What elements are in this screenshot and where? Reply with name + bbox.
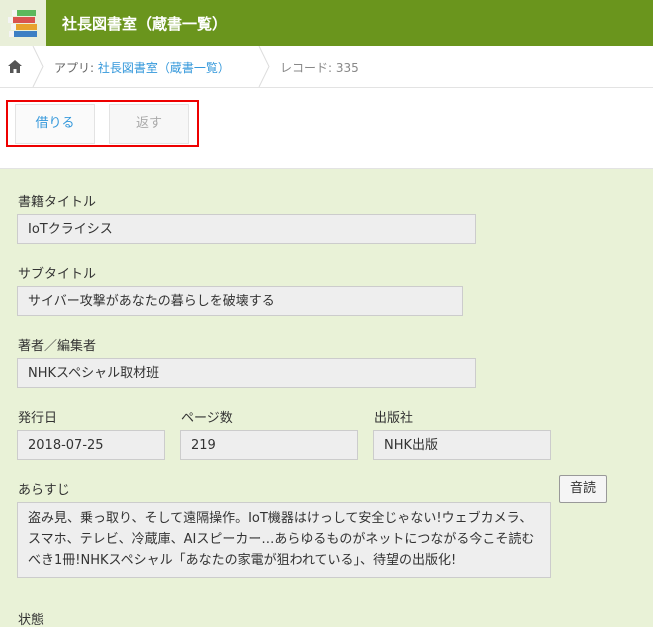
subtitle-field[interactable]: サイバー攻撃があなたの暮らしを破壊する	[17, 286, 463, 316]
borrow-button[interactable]: 借りる	[15, 104, 95, 144]
publisher-label: 出版社	[374, 411, 414, 426]
date-label: 発行日	[18, 411, 58, 426]
author-field[interactable]: NHKスペシャル取材班	[17, 358, 476, 388]
title-field[interactable]: IoTクライシス	[17, 214, 476, 244]
breadcrumb-separator-icon	[32, 46, 44, 87]
synopsis-label: あらすじ	[18, 483, 70, 498]
status-label: 状態	[18, 613, 45, 628]
publisher-field[interactable]: NHK出版	[373, 430, 551, 460]
synopsis-field[interactable]: 盗み見、乗っ取り、そして遠隔操作。IoT機器はけっして安全じゃない!ウェブカメラ…	[17, 502, 551, 578]
breadcrumb: アプリ: 社長図書室（蔵書一覧） レコード: 335	[0, 46, 653, 88]
date-field[interactable]: 2018-07-25	[17, 430, 165, 460]
pages-label: ページ数	[181, 411, 233, 426]
app-title: 社長図書室（蔵書一覧）	[62, 15, 228, 33]
breadcrumb-separator-icon	[258, 46, 270, 87]
home-icon[interactable]	[8, 60, 22, 77]
breadcrumb-record: レコード: 335	[280, 61, 359, 75]
read-aloud-button[interactable]: 音読	[559, 475, 607, 503]
books-icon[interactable]	[0, 0, 46, 46]
subtitle-label: サブタイトル	[18, 267, 97, 282]
app-header: 社長図書室（蔵書一覧）	[0, 0, 653, 46]
return-button[interactable]: 返す	[109, 104, 189, 144]
breadcrumb-app-prefix: アプリ:	[54, 61, 98, 75]
action-toolbar: 借りる 返す	[0, 88, 653, 169]
breadcrumb-app-link[interactable]: 社長図書室（蔵書一覧）	[98, 61, 230, 75]
author-label: 著者／編集者	[18, 339, 97, 354]
title-label: 書籍タイトル	[18, 195, 97, 210]
breadcrumb-app[interactable]: アプリ: 社長図書室（蔵書一覧）	[54, 59, 230, 76]
pages-field[interactable]: 219	[180, 430, 358, 460]
